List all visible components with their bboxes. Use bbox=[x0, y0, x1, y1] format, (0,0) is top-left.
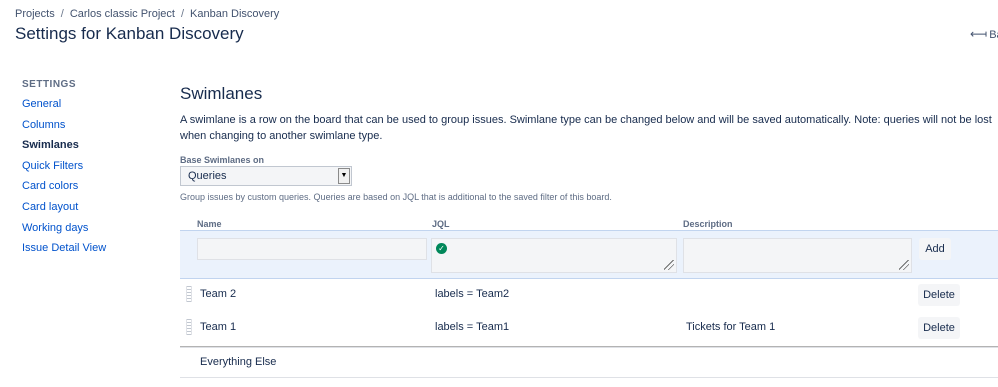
sidebar-item-issue-detail-view[interactable]: Issue Detail View bbox=[22, 242, 162, 263]
resize-handle-icon[interactable] bbox=[664, 260, 674, 270]
breadcrumb-board[interactable]: Kanban Discovery bbox=[190, 8, 279, 20]
breadcrumb-separator: / bbox=[180, 8, 185, 20]
row-jql: labels = Team1 bbox=[435, 321, 510, 333]
resize-handle-icon[interactable] bbox=[899, 260, 909, 270]
sidebar-item-card-colors[interactable]: Card colors bbox=[22, 180, 162, 201]
drag-handle-icon[interactable] bbox=[186, 286, 192, 302]
back-to-board-link[interactable]: ⟻Bac bbox=[970, 27, 998, 41]
name-input[interactable] bbox=[197, 238, 427, 260]
jql-input[interactable]: ✓ bbox=[431, 238, 677, 273]
everything-else-row: Everything Else bbox=[200, 356, 277, 368]
delete-button[interactable]: Delete bbox=[918, 284, 960, 306]
base-swimlanes-select[interactable]: Queries ▼ bbox=[180, 166, 352, 186]
add-button[interactable]: Add bbox=[919, 238, 951, 260]
sidebar-item-working-days[interactable]: Working days bbox=[22, 222, 162, 243]
row-jql: labels = Team2 bbox=[435, 288, 510, 300]
description-input[interactable] bbox=[683, 238, 912, 273]
row-name: Team 2 bbox=[200, 288, 237, 300]
row-divider bbox=[180, 377, 998, 378]
select-value: Queries bbox=[188, 170, 227, 182]
column-header-jql: JQL bbox=[432, 219, 450, 229]
add-swimlane-row: ✓ Add bbox=[180, 230, 998, 279]
breadcrumb-project[interactable]: Carlos classic Project bbox=[70, 8, 175, 20]
drag-handle-icon[interactable] bbox=[186, 319, 192, 335]
help-text: Group issues by custom queries. Queries … bbox=[180, 192, 612, 202]
sidebar-item-quick-filters[interactable]: Quick Filters bbox=[22, 160, 162, 181]
row-divider bbox=[180, 347, 998, 348]
section-description: A swimlane is a row on the board that ca… bbox=[180, 114, 992, 142]
chevron-down-icon[interactable]: ▼ bbox=[338, 168, 350, 184]
breadcrumb-projects[interactable]: Projects bbox=[15, 8, 55, 20]
row-description: Tickets for Team 1 bbox=[686, 321, 776, 333]
settings-sidebar: SETTINGS General Columns Swimlanes Quick… bbox=[22, 79, 162, 263]
section-title: Swimlanes bbox=[180, 84, 263, 103]
breadcrumb-separator: / bbox=[60, 8, 64, 20]
column-header-description: Description bbox=[683, 219, 733, 229]
base-swimlanes-label: Base Swimlanes on bbox=[180, 155, 265, 165]
sidebar-item-columns[interactable]: Columns bbox=[22, 119, 162, 140]
page-title: Settings for Kanban Discovery bbox=[15, 24, 244, 43]
sidebar-item-card-layout[interactable]: Card layout bbox=[22, 201, 162, 222]
sidebar-item-general[interactable]: General bbox=[22, 98, 162, 119]
arrow-left-icon: ⟻ bbox=[970, 27, 988, 41]
row-name: Team 1 bbox=[200, 321, 237, 333]
swimlanes-section: Swimlanes A swimlane is a row on the boa… bbox=[180, 84, 998, 144]
table-row: Team 2 labels = Team2 Delete bbox=[180, 279, 998, 312]
sidebar-heading: SETTINGS bbox=[22, 79, 77, 90]
breadcrumb: Projects / Carlos classic Project / Kanban D… bbox=[15, 8, 279, 20]
sidebar-item-swimlanes[interactable]: Swimlanes bbox=[22, 139, 162, 160]
column-header-name: Name bbox=[197, 219, 222, 229]
table-row: Team 1 labels = Team1 Tickets for Team 1… bbox=[180, 312, 998, 345]
check-icon: ✓ bbox=[436, 243, 447, 254]
delete-button[interactable]: Delete bbox=[918, 317, 960, 339]
back-link-label: Bac bbox=[989, 29, 998, 41]
